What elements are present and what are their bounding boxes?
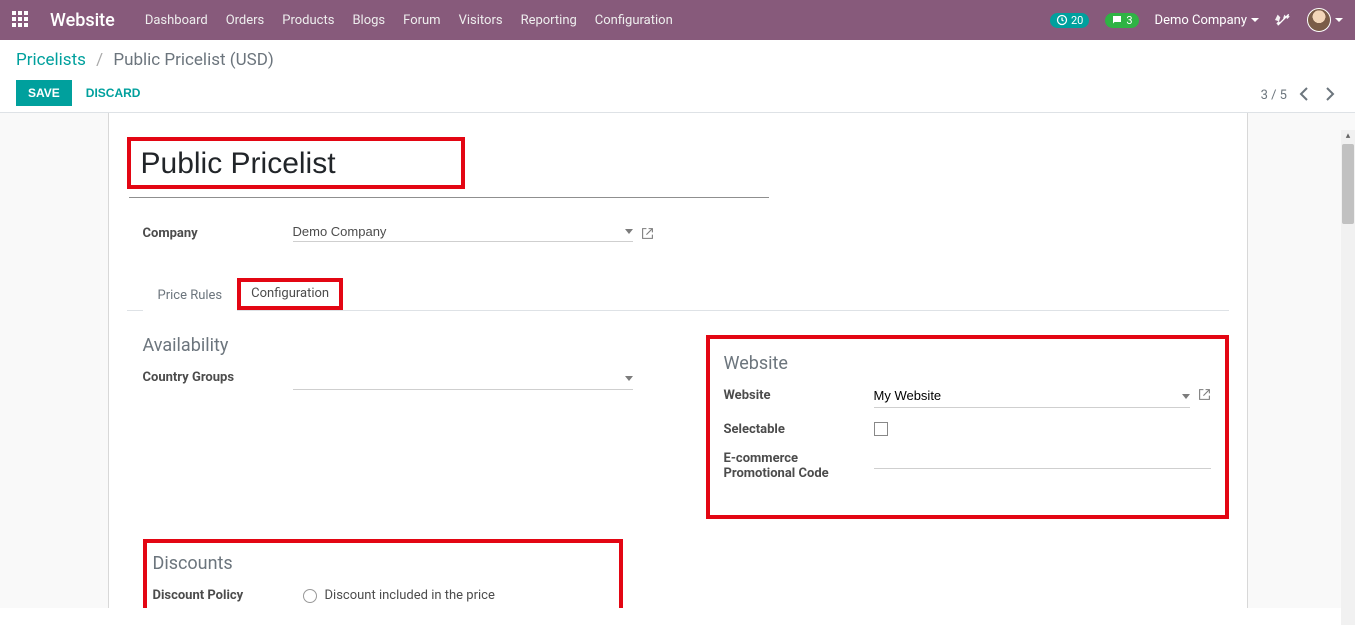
scroll-up-icon[interactable]: ▴ xyxy=(1342,130,1354,142)
timer-badge[interactable]: 20 xyxy=(1050,13,1089,28)
pager-next[interactable] xyxy=(1321,85,1339,106)
nav-links: Dashboard Orders Products Blogs Forum Vi… xyxy=(145,13,673,28)
chevron-left-icon xyxy=(1299,87,1309,101)
company-input[interactable] xyxy=(293,224,619,239)
nav-configuration[interactable]: Configuration xyxy=(595,13,673,28)
website-title: Website xyxy=(724,353,1211,374)
title-highlight xyxy=(127,137,465,189)
breadcrumb: Pricelists / Public Pricelist (USD) xyxy=(16,50,1339,70)
form-sheet: Company Price Rules Configuration Availa… xyxy=(108,113,1248,608)
form-background: Company Price Rules Configuration Availa… xyxy=(0,113,1355,608)
clock-icon xyxy=(1056,14,1068,26)
scrollbar-thumb[interactable] xyxy=(1342,144,1354,224)
availability-title: Availability xyxy=(143,335,666,356)
discount-option1-label[interactable]: Discount included in the price xyxy=(325,588,495,603)
chevron-down-icon[interactable] xyxy=(625,229,633,234)
discounts-highlight: Discounts Discount Policy Discount inclu… xyxy=(143,539,623,608)
discount-policy-label: Discount Policy xyxy=(153,588,303,608)
company-label: Company xyxy=(143,226,293,241)
chevron-right-icon xyxy=(1325,87,1335,101)
selectable-checkbox[interactable] xyxy=(874,422,888,436)
discount-option1-radio[interactable] xyxy=(303,589,317,603)
promo-label: E-commerce Promotional Code xyxy=(724,451,874,481)
chevron-down-icon xyxy=(1335,18,1343,22)
nav-dashboard[interactable]: Dashboard xyxy=(145,13,208,28)
selectable-label: Selectable xyxy=(724,422,874,437)
apps-icon[interactable] xyxy=(12,11,30,29)
nav-orders[interactable]: Orders xyxy=(226,13,265,28)
nav-blogs[interactable]: Blogs xyxy=(352,13,385,28)
company-field[interactable] xyxy=(293,224,633,242)
company-switcher[interactable]: Demo Company xyxy=(1155,13,1259,28)
avatar xyxy=(1307,8,1331,32)
chat-icon xyxy=(1111,14,1123,26)
nav-products[interactable]: Products xyxy=(282,13,334,28)
website-highlight: Website Website Selectable xyxy=(706,335,1229,519)
website-label: Website xyxy=(724,388,874,403)
user-menu[interactable] xyxy=(1307,8,1343,32)
country-groups-input[interactable] xyxy=(293,370,625,387)
external-link-icon[interactable] xyxy=(1198,388,1211,401)
external-link-icon[interactable] xyxy=(641,227,654,240)
pager-text[interactable]: 3 / 5 xyxy=(1261,88,1287,103)
scrollbar[interactable]: ▴ xyxy=(1341,130,1355,625)
discard-button[interactable]: DISCARD xyxy=(86,86,141,100)
breadcrumb-current: Public Pricelist (USD) xyxy=(113,50,273,70)
record-title-input[interactable] xyxy=(141,145,451,183)
chat-badge[interactable]: 3 xyxy=(1105,13,1138,28)
country-groups-label: Country Groups xyxy=(143,370,293,385)
tab-configuration[interactable]: Configuration xyxy=(237,278,343,310)
website-group: Website Website Selectable xyxy=(706,335,1229,519)
nav-reporting[interactable]: Reporting xyxy=(521,13,577,28)
top-navbar: Website Dashboard Orders Products Blogs … xyxy=(0,0,1355,40)
chevron-down-icon[interactable] xyxy=(625,376,633,381)
discounts-title: Discounts xyxy=(153,553,605,574)
nav-forum[interactable]: Forum xyxy=(403,13,440,28)
nav-visitors[interactable]: Visitors xyxy=(459,13,503,28)
website-input[interactable] xyxy=(874,388,1182,405)
debug-icon[interactable] xyxy=(1275,12,1291,28)
control-panel: Pricelists / Public Pricelist (USD) SAVE… xyxy=(0,40,1355,113)
app-brand[interactable]: Website xyxy=(50,10,115,31)
promo-code-input[interactable] xyxy=(874,451,1211,469)
pager-prev[interactable] xyxy=(1295,85,1313,106)
availability-group: Availability Country Groups xyxy=(143,335,666,519)
tab-price-rules[interactable]: Price Rules xyxy=(143,279,238,311)
save-button[interactable]: SAVE xyxy=(16,80,72,106)
chevron-down-icon[interactable] xyxy=(1182,394,1190,399)
breadcrumb-root[interactable]: Pricelists xyxy=(16,50,86,70)
chevron-down-icon xyxy=(1251,18,1259,22)
tabs: Price Rules Configuration xyxy=(127,278,1229,311)
